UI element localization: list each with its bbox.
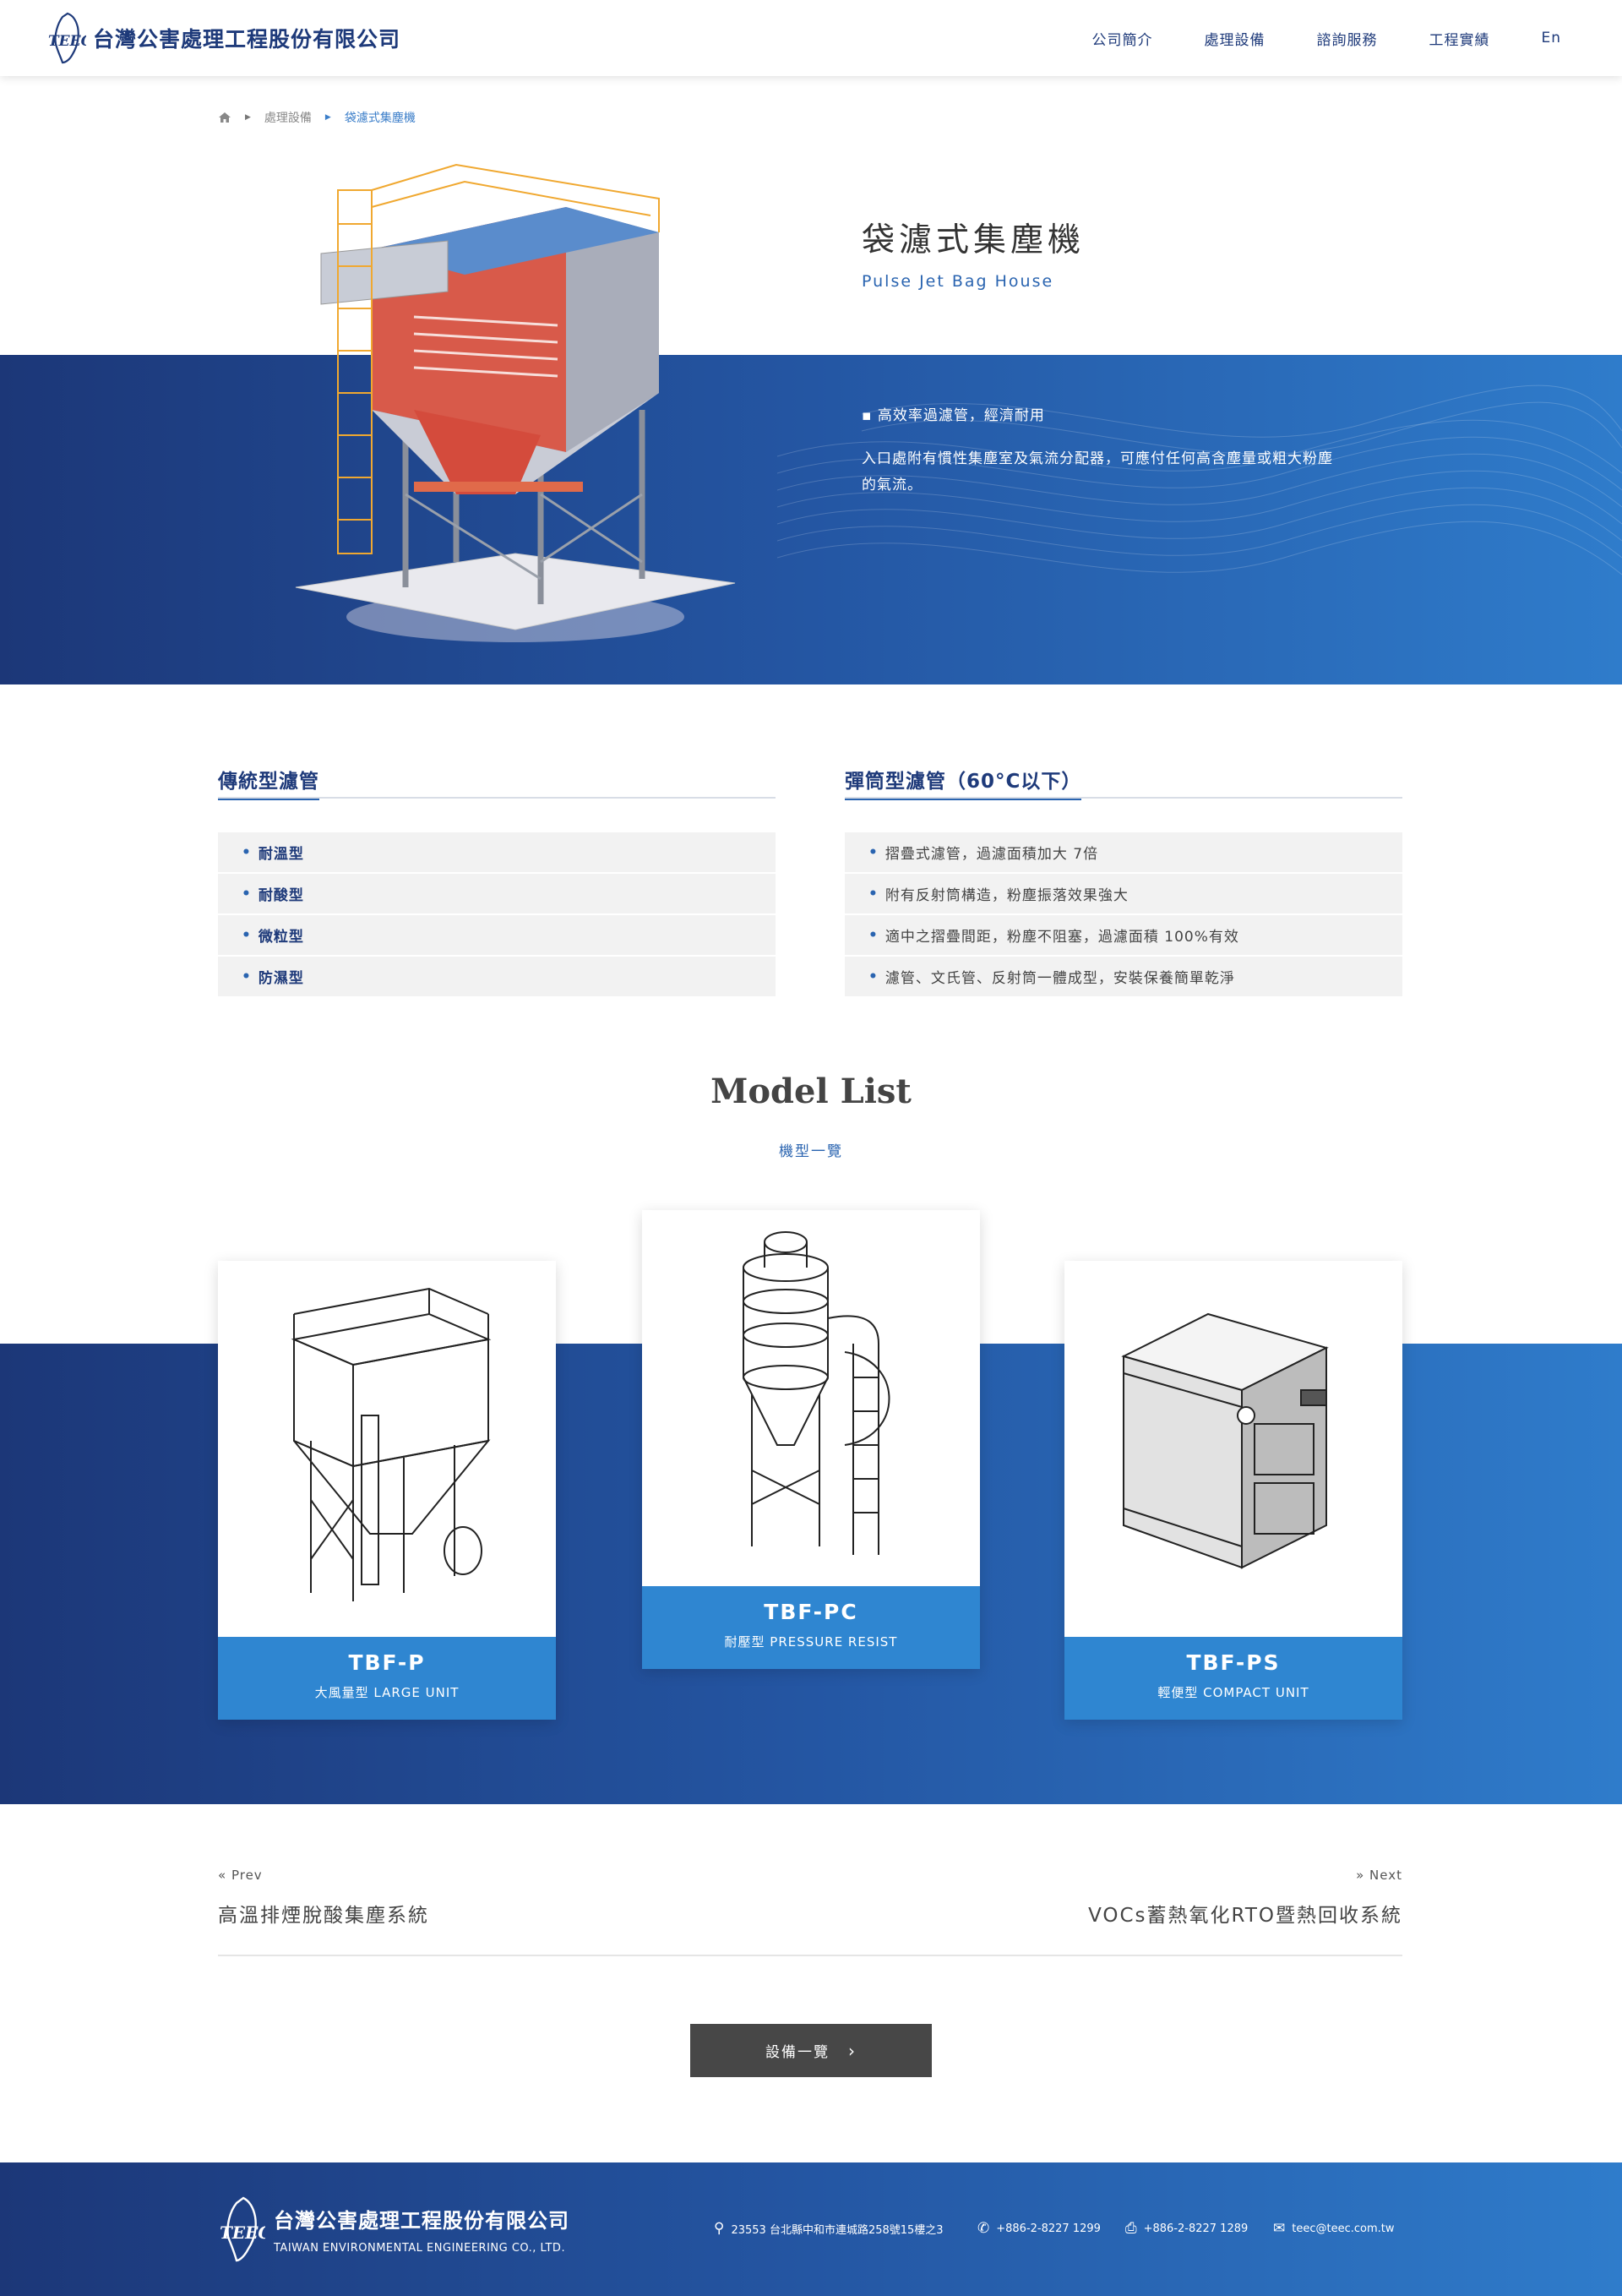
cartridge-filter-section: 彈筒型濾管（60°C以下） • 摺疊式濾管，過濾面積加大 7倍 • 附有反射筒構造，…	[845, 765, 1402, 998]
list-item: • 附有反射筒構造，粉塵振落效果強大	[845, 874, 1402, 913]
footer-address: ⚲ 23553 台北縣中和市連城路258號15樓之3	[714, 2220, 944, 2237]
chevron-right-icon: ›	[848, 2040, 857, 2061]
list-item: • 防濕型	[218, 957, 776, 996]
prev-link[interactable]: 高溫排煙脫酸集塵系統	[218, 1899, 429, 1928]
model-caption: TBF-PC 耐壓型 PRESSURE RESIST	[642, 1586, 980, 1669]
nav-projects[interactable]: 工程實績	[1429, 28, 1489, 49]
model-image	[642, 1210, 980, 1586]
footer-logo[interactable]: TEEC 台灣公害處理工程股份有限公司 TAIWAN ENVIRONMENTAL…	[218, 2196, 569, 2262]
footer-phone[interactable]: ✆ +886-2-8227 1299	[977, 2220, 1101, 2237]
footer-email[interactable]: ✉ teec@teec.com.tw	[1273, 2220, 1395, 2237]
model-caption: TBF-P 大風量型 LARGE UNIT	[218, 1637, 556, 1720]
nav-consulting[interactable]: 諮詢服務	[1316, 28, 1377, 49]
bullet-icon: •	[868, 843, 879, 861]
model-card-tbf-p[interactable]: TBF-P 大風量型 LARGE UNIT	[218, 1261, 556, 1720]
prev-label[interactable]: « Prev	[218, 1868, 263, 1883]
section-heading: 傳統型濾管	[218, 765, 776, 800]
model-image	[1064, 1261, 1402, 1637]
filter-list: • 耐溫型 • 耐酸型 • 微粒型 • 防濕型	[218, 832, 776, 996]
model-image	[218, 1261, 556, 1637]
hero-description: 入口處附有慣性集塵室及氣流分配器，可應付任何高含塵量或粗大粉塵的氣流。	[862, 450, 1333, 494]
model-desc: 輕便型 COMPACT UNIT	[1157, 1685, 1309, 1700]
taiwan-logo-icon: TEEC	[220, 2196, 265, 2262]
list-item: • 摺疊式濾管，過濾面積加大 7倍	[845, 832, 1402, 872]
home-icon[interactable]	[218, 112, 231, 123]
model-list-subtitle: 機型一覽	[779, 1143, 843, 1160]
caret-right-icon: ▶	[324, 113, 331, 122]
bag-filter-illustration	[295, 163, 736, 642]
model-desc: 耐壓型 PRESSURE RESIST	[724, 1634, 898, 1650]
breadcrumb-equipment[interactable]: 處理設備	[264, 109, 312, 126]
product-title: 袋濾式集塵機	[862, 221, 1086, 259]
nav-english[interactable]: En	[1541, 30, 1561, 46]
footer-company-cn: 台灣公害處理工程股份有限公司	[274, 2208, 569, 2233]
bullet-icon: •	[242, 926, 252, 944]
model-caption: TBF-PS 輕便型 COMPACT UNIT	[1064, 1637, 1402, 1720]
hero-band	[0, 355, 1622, 684]
bullet-icon: •	[868, 885, 879, 903]
taiwan-logo-icon: TEEC	[48, 12, 86, 64]
map-pin-icon: ⚲	[714, 2220, 725, 2237]
phone-icon: ✆	[977, 2220, 990, 2237]
model-card-tbf-ps[interactable]: TBF-PS 輕便型 COMPACT UNIT	[1064, 1261, 1402, 1720]
logo-text: 台灣公害處理工程股份有限公司	[93, 27, 401, 52]
footer-company-en: TAIWAN ENVIRONMENTAL ENGINEERING CO., LT…	[274, 2242, 566, 2255]
traditional-filter-section: 傳統型濾管 • 耐溫型 • 耐酸型 • 微粒型 • 防濕型	[218, 765, 776, 998]
list-item: • 微粒型	[218, 915, 776, 955]
printer-icon: ⎙	[1125, 2220, 1137, 2237]
next-label[interactable]: » Next	[1356, 1868, 1402, 1883]
svg-text:TEEC: TEEC	[48, 33, 86, 50]
next-link[interactable]: VOCs蓄熱氧化RTO暨熱回收系統	[1088, 1899, 1402, 1928]
model-name: TBF-P	[348, 1650, 426, 1675]
list-item: • 適中之摺疊間距，粉塵不阻塞，過濾面積 100%有效	[845, 915, 1402, 955]
list-item: • 濾管、文氏管、反射筒一體成型，安裝保養簡單乾淨	[845, 957, 1402, 996]
breadcrumb: ▶ 處理設備 ▶ 袋濾式集塵機	[218, 109, 416, 126]
bullet-icon: •	[242, 885, 252, 903]
site-header: TEEC 台灣公害處理工程股份有限公司 公司簡介 處理設備 諮詢服務 工程實績 …	[0, 0, 1622, 76]
bullet-icon: •	[868, 968, 879, 985]
double-right-icon: »	[1356, 1868, 1370, 1883]
section-title: 彈筒型濾管（60°C以下）	[845, 765, 1082, 800]
bullet-icon: •	[868, 926, 879, 944]
site-logo[interactable]: TEEC 台灣公害處理工程股份有限公司	[47, 12, 400, 64]
model-list-title: Model List	[710, 1072, 912, 1111]
main-nav: 公司簡介 處理設備 諮詢服務 工程實績 En	[1091, 0, 1561, 76]
svg-text:TEEC: TEEC	[220, 2222, 265, 2243]
site-footer: TEEC 台灣公害處理工程股份有限公司 TAIWAN ENVIRONMENTAL…	[0, 2162, 1622, 2296]
section-title: 傳統型濾管	[218, 765, 319, 800]
double-left-icon: «	[218, 1868, 231, 1883]
model-card-tbf-pc[interactable]: TBF-PC 耐壓型 PRESSURE RESIST	[642, 1210, 980, 1669]
button-label: 設備一覽	[765, 2044, 830, 2061]
model-name: TBF-PC	[764, 1600, 858, 1624]
breadcrumb-current: 袋濾式集塵機	[344, 112, 416, 125]
equipment-list-button[interactable]: 設備一覽 ›	[690, 2024, 932, 2077]
filter-list: • 摺疊式濾管，過濾面積加大 7倍 • 附有反射筒構造，粉塵振落效果強大 • 適中之摺…	[845, 832, 1402, 996]
list-item: • 耐酸型	[218, 874, 776, 913]
bullet-icon: •	[242, 968, 252, 985]
envelope-icon: ✉	[1273, 2220, 1286, 2237]
product-subtitle: Pulse Jet Bag House	[862, 272, 1054, 291]
nav-about[interactable]: 公司簡介	[1091, 28, 1152, 49]
model-name: TBF-PS	[1186, 1650, 1281, 1675]
prev-next-nav: « Prev 高溫排煙脫酸集塵系統 » Next VOCs蓄熱氧化RTO暨熱回收…	[218, 1868, 1402, 1956]
footer-fax: ⎙ +886-2-8227 1289	[1125, 2220, 1249, 2237]
caret-right-icon: ▶	[245, 113, 251, 122]
model-desc: 大風量型 LARGE UNIT	[314, 1685, 460, 1700]
list-item: • 耐溫型	[218, 832, 776, 872]
tbf-pc-drawing	[743, 1230, 890, 1555]
nav-equipment[interactable]: 處理設備	[1204, 28, 1265, 49]
bullet-icon: •	[242, 843, 252, 861]
hero-bullet: ▪ 高效率過濾管，經濟耐用	[862, 407, 1045, 424]
tbf-p-drawing	[291, 1287, 492, 1601]
tbf-ps-drawing	[1121, 1312, 1329, 1569]
section-heading: 彈筒型濾管（60°C以下）	[845, 765, 1402, 800]
